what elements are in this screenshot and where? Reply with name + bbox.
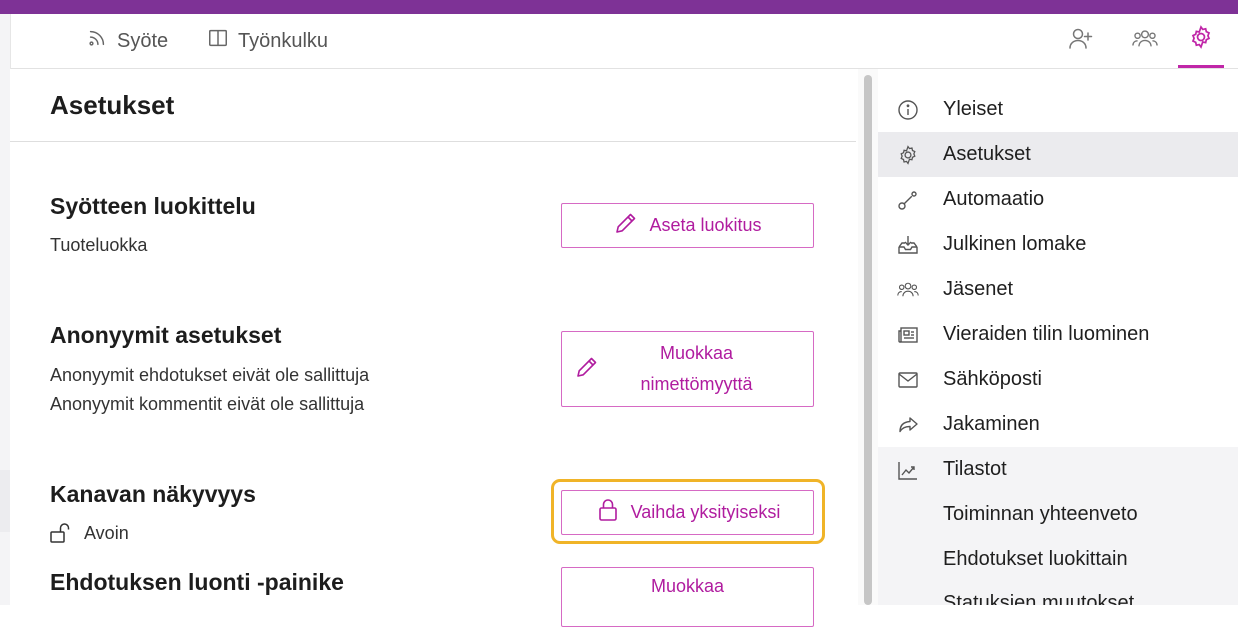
sidebar-item-status-changes[interactable]: Statuksien muutokset <box>878 580 1238 605</box>
title-divider <box>10 141 856 142</box>
gear-icon <box>1188 24 1214 55</box>
sidebar-item-sharing[interactable]: Jakaminen <box>878 402 1238 447</box>
sidebar-item-guest-accounts[interactable]: Vieraiden tilin luominen <box>878 312 1238 357</box>
edit-create-button-label: Muokkaa <box>650 576 725 596</box>
sidebar-item-suggestions-by-category[interactable]: Ehdotukset luokittain <box>878 537 1238 582</box>
sidebar-item-label: Sähköposti <box>943 368 1042 390</box>
rss-icon <box>86 27 108 55</box>
sidebar-item-label: Tilastot <box>943 458 1007 480</box>
tab-workflow-label: Työnkulku <box>238 29 329 52</box>
anonymous-comments-text: Anonyymit kommentit eivät ole sallittuja <box>50 394 365 414</box>
newspaper-icon <box>897 324 919 346</box>
pencil-icon <box>574 354 600 385</box>
edit-anonymity-label: Muokkaa nimettömyyttä <box>610 338 807 400</box>
settings-main-panel: Asetukset Syötteen luokittelu Tuoteluokk… <box>10 69 858 627</box>
sidebar-item-label: Toiminnan yhteenveto <box>943 503 1138 525</box>
add-user-button[interactable] <box>1057 14 1103 68</box>
sidebar-item-label: Statuksien muutokset <box>943 592 1135 605</box>
scrollbar-thumb[interactable] <box>864 75 872 605</box>
make-private-label: Vaihda yksityiseksi <box>630 502 781 522</box>
sidebar-item-settings[interactable]: Asetukset <box>878 132 1238 177</box>
top-accent-bar <box>0 0 1238 14</box>
gear-icon <box>897 144 919 166</box>
share-icon <box>897 414 919 436</box>
visibility-status: Avoin <box>50 522 129 544</box>
page-title: Asetukset <box>50 90 175 120</box>
sidebar-item-email[interactable]: Sähköposti <box>878 357 1238 402</box>
unlock-icon <box>50 522 74 544</box>
sidebar-item-activity-summary[interactable]: Toiminnan yhteenveto <box>878 492 1238 537</box>
sidebar-item-label: Asetukset <box>943 143 1031 165</box>
sidebar-item-label: Ehdotukset luokittain <box>943 548 1128 570</box>
settings-button[interactable] <box>1178 14 1224 68</box>
chart-icon <box>897 459 919 481</box>
make-private-button[interactable]: Vaihda yksityiseksi <box>561 490 814 535</box>
columns-icon <box>207 27 229 55</box>
inbox-download-icon <box>897 234 919 256</box>
edit-create-button-button[interactable]: Muokkaa <box>561 567 814 627</box>
create-button-title: Ehdotuksen luonti -painike <box>50 569 344 595</box>
members-button[interactable] <box>1122 14 1168 68</box>
sidebar-item-label: Julkinen lomake <box>943 233 1087 255</box>
pencil-icon <box>613 210 639 241</box>
set-classification-button[interactable]: Aseta luokitus <box>561 203 814 248</box>
visibility-status-label: Avoin <box>84 522 129 543</box>
sidebar-item-general[interactable]: Yleiset <box>878 87 1238 132</box>
classification-text: Tuoteluokka <box>50 235 148 255</box>
sidebar-item-automation[interactable]: Automaatio <box>878 177 1238 222</box>
edit-anonymity-label-line2: nimettömyyttä <box>640 374 753 394</box>
visibility-title: Kanavan näkyvyys <box>50 481 256 507</box>
members-icon <box>897 279 919 301</box>
classification-title: Syötteen luokittelu <box>50 193 256 219</box>
info-icon <box>897 99 919 121</box>
edit-anonymity-button[interactable]: Muokkaa nimettömyyttä <box>561 331 814 407</box>
anonymous-title: Anonyymit asetukset <box>50 322 282 348</box>
sidebar-item-members[interactable]: Jäsenet <box>878 267 1238 312</box>
sidebar-item-public-form[interactable]: Julkinen lomake <box>878 222 1238 267</box>
edit-anonymity-label-line1: Muokkaa <box>659 343 734 363</box>
sidebar-item-label: Automaatio <box>943 188 1045 210</box>
sidebar-item-label: Jäsenet <box>943 278 1014 300</box>
sidebar-item-statistics[interactable]: Tilastot <box>878 447 1238 492</box>
sidebar-item-label: Vieraiden tilin luominen <box>943 323 1150 345</box>
add-user-icon <box>1067 26 1093 57</box>
set-classification-label: Aseta luokitus <box>649 215 762 235</box>
automation-icon <box>897 189 919 211</box>
lock-icon <box>595 497 621 528</box>
left-edge-stub <box>0 470 10 532</box>
tab-feed-label: Syöte <box>117 29 169 52</box>
top-navigation: Syöte Työnkulku <box>10 14 1238 69</box>
mail-icon <box>897 369 919 391</box>
sidebar-item-label: Jakaminen <box>943 413 1040 435</box>
members-icon <box>1132 26 1158 57</box>
tab-workflow[interactable]: Työnkulku <box>207 14 328 68</box>
sidebar-item-label: Yleiset <box>943 98 1004 120</box>
anonymous-suggestions-text: Anonyymit ehdotukset eivät ole sallittuj… <box>50 365 370 385</box>
tab-feed[interactable]: Syöte <box>86 14 168 68</box>
